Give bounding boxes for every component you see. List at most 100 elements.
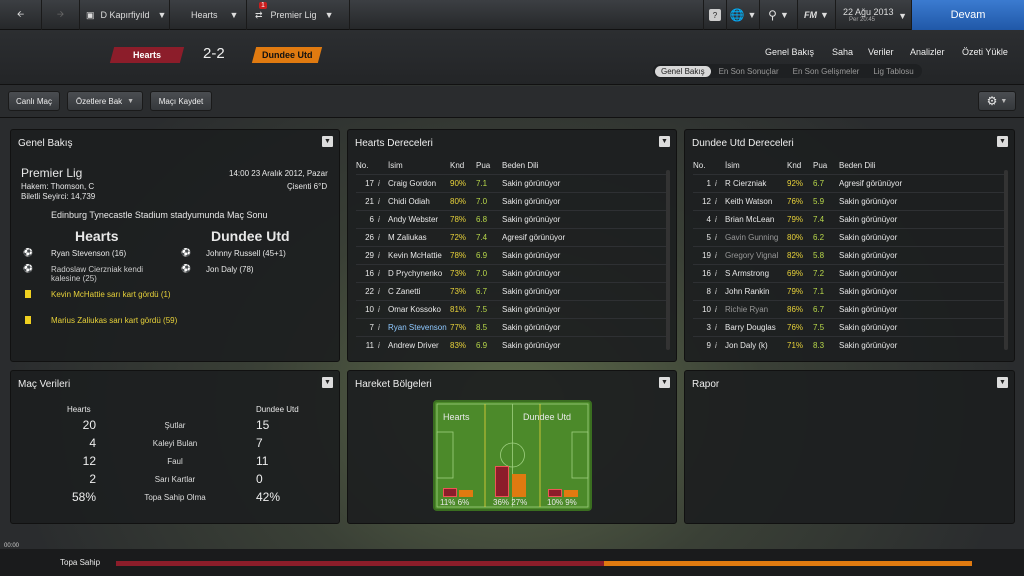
table-row[interactable]: 22 i C Zanetti 73% 6.7 Sakin görünüyor [356,282,670,300]
panel-menu-button[interactable]: ▼ [322,136,333,147]
fm-menu-button[interactable]: FM ▼ [798,0,836,30]
player-name[interactable]: Andrew Driver [388,341,450,350]
subtab-league-table[interactable]: Lig Tablosu [867,66,919,77]
column-header[interactable]: İsim [388,161,450,170]
player-name[interactable]: Barry Douglas [725,323,787,332]
save-match-button[interactable]: Maçı Kaydet [150,91,212,111]
player-name[interactable]: Gregory Vignal [725,251,787,260]
table-row[interactable]: 16 i S Armstrong 69% 7.2 Sakin görünüyor [693,264,1007,282]
column-header[interactable]: No. [356,161,378,170]
world-button[interactable]: 🌐 ▼ [727,0,760,30]
info-icon[interactable]: i [715,341,725,350]
table-row[interactable]: 5 i Gavin Gunning 80% 6.2 Sakin görünüyor [693,228,1007,246]
player-name[interactable]: Gavin Gunning [725,233,787,242]
table-row[interactable]: 29 i Kevin McHattie 78% 6.9 Sakin görünüyor [356,246,670,264]
info-icon[interactable]: i [378,287,388,296]
player-name[interactable]: Omar Kossoko [388,305,450,314]
column-header[interactable]: Pua [476,161,502,170]
info-icon[interactable]: i [378,341,388,350]
player-name[interactable]: Kevin McHattie [388,251,450,260]
panel-menu-button[interactable]: ▼ [659,377,670,388]
info-icon[interactable]: i [715,305,725,314]
continue-button[interactable]: Devam [912,0,1024,30]
help-button[interactable]: ? [703,0,727,30]
nav-data[interactable]: Veriler [868,47,894,57]
view-highlights-button[interactable]: Özetlere Bak ▼ [67,91,143,111]
subtab-overview[interactable]: Genel Bakış [655,65,711,77]
breadcrumb-club[interactable]: Hearts ▼ [170,0,247,30]
info-icon[interactable]: i [378,233,388,242]
info-icon[interactable]: i [715,323,725,332]
table-row[interactable]: 26 i M Zaliukas 72% 7.4 Agresif görünüyor [356,228,670,246]
nav-pitch[interactable]: Saha [832,47,853,57]
player-name[interactable]: R Cierzniak [725,179,787,188]
nav-upload-highlights[interactable]: Özeti Yükle [962,47,1008,57]
table-row[interactable]: 3 i Barry Douglas 76% 7.5 Sakin görünüyor [693,318,1007,336]
column-header[interactable]: No. [693,161,715,170]
info-icon[interactable]: i [715,179,725,188]
date-display[interactable]: 22 Ağu 2013 Per 20:45 ▼ [836,0,912,30]
player-name[interactable]: Brian McLean [725,215,787,224]
table-row[interactable]: 17 i Craig Gordon 90% 7.1 Sakin görünüyor [356,174,670,192]
back-button[interactable]: 🡨 [0,0,42,30]
panel-menu-button[interactable]: ▼ [659,136,670,147]
settings-button[interactable]: ⚙ ▼ [978,91,1016,111]
scrollbar[interactable] [666,170,670,350]
info-icon[interactable]: i [715,287,725,296]
info-icon[interactable]: i [715,233,725,242]
player-name[interactable]: Craig Gordon [388,179,450,188]
player-name[interactable]: John Rankin [725,287,787,296]
table-row[interactable]: 6 i Andy Webster 78% 6.8 Sakin görünüyor [356,210,670,228]
player-name[interactable]: Jon Daly (k) [725,341,787,350]
column-header[interactable]: Beden Dili [839,161,1007,170]
breadcrumb-competition[interactable]: ⇄ 1 Premier Lig ▼ [247,0,350,30]
table-row[interactable]: 4 i Brian McLean 79% 7.4 Sakin görünüyor [693,210,1007,228]
table-row[interactable]: 19 i Gregory Vignal 82% 5.8 Sakin görünüyor [693,246,1007,264]
info-icon[interactable]: i [378,197,388,206]
player-name[interactable]: Ryan Stevenson [388,323,450,332]
info-icon[interactable]: i [378,179,388,188]
player-name[interactable]: M Zaliukas [388,233,450,242]
home-team-badge[interactable]: Hearts [109,47,185,63]
table-row[interactable]: 11 i Andrew Driver 83% 6.9 Sakin görünüyor [356,336,670,354]
player-name[interactable]: Keith Watson [725,197,787,206]
info-icon[interactable]: i [378,269,388,278]
table-row[interactable]: 1iR Cierzniak 92% 6.7 Agresif görünüyor [693,174,1007,192]
info-icon[interactable]: i [378,251,388,260]
table-row[interactable]: 16 i D Prychynenko 73% 7.0 Sakin görünüyor [356,264,670,282]
subtab-latest-results[interactable]: En Son Sonuçlar [713,66,785,77]
panel-menu-button[interactable]: ▼ [997,377,1008,388]
info-icon[interactable]: i [715,197,725,206]
info-icon[interactable]: i [715,251,725,260]
breadcrumb-manager[interactable]: ▣ D Kapırfiyıld ▼ [80,0,170,30]
subtab-latest-news[interactable]: En Son Gelişmeler [787,66,866,77]
table-row[interactable]: 10 i Richie Ryan 86% 6.7 Sakin görünüyor [693,300,1007,318]
info-icon[interactable]: i [715,215,725,224]
table-row[interactable]: 21 i Chidi Odiah 80% 7.0 Sakin görünüyor [356,192,670,210]
player-name[interactable]: D Prychynenko [388,269,450,278]
column-header[interactable]: Knd [787,161,813,170]
player-name[interactable]: S Armstrong [725,269,787,278]
table-row[interactable]: 8 i John Rankin 79% 7.1 Sakin görünüyor [693,282,1007,300]
table-row[interactable]: 10 i Omar Kossoko 81% 7.5 Sakin görünüyor [356,300,670,318]
table-row[interactable]: 12 i Keith Watson 76% 5.9 Sakin görünüyor [693,192,1007,210]
info-icon[interactable]: i [378,215,388,224]
column-header[interactable]: Beden Dili [502,161,670,170]
panel-menu-button[interactable]: ▼ [997,136,1008,147]
live-match-button[interactable]: Canlı Maç [8,91,60,111]
column-header[interactable]: İsim [725,161,787,170]
table-row[interactable]: 9 i Jon Daly (k) 71% 8.3 Sakin görünüyor [693,336,1007,354]
table-row[interactable]: 7 i Ryan Stevenson 77% 8.5 Sakin görünüyor [356,318,670,336]
forward-button[interactable]: 🡪 [42,0,80,30]
search-button[interactable]: ⚲ ▼ [760,0,798,30]
info-icon[interactable]: i [715,269,725,278]
panel-menu-button[interactable]: ▼ [322,377,333,388]
player-name[interactable]: Richie Ryan [725,305,787,314]
column-header[interactable]: Knd [450,161,476,170]
column-header[interactable]: Pua [813,161,839,170]
info-icon[interactable]: i [378,305,388,314]
player-name[interactable]: Andy Webster [388,215,450,224]
scrollbar[interactable] [1004,170,1008,350]
away-team-badge[interactable]: Dundee Utd [251,47,323,63]
player-name[interactable]: Chidi Odiah [388,197,450,206]
